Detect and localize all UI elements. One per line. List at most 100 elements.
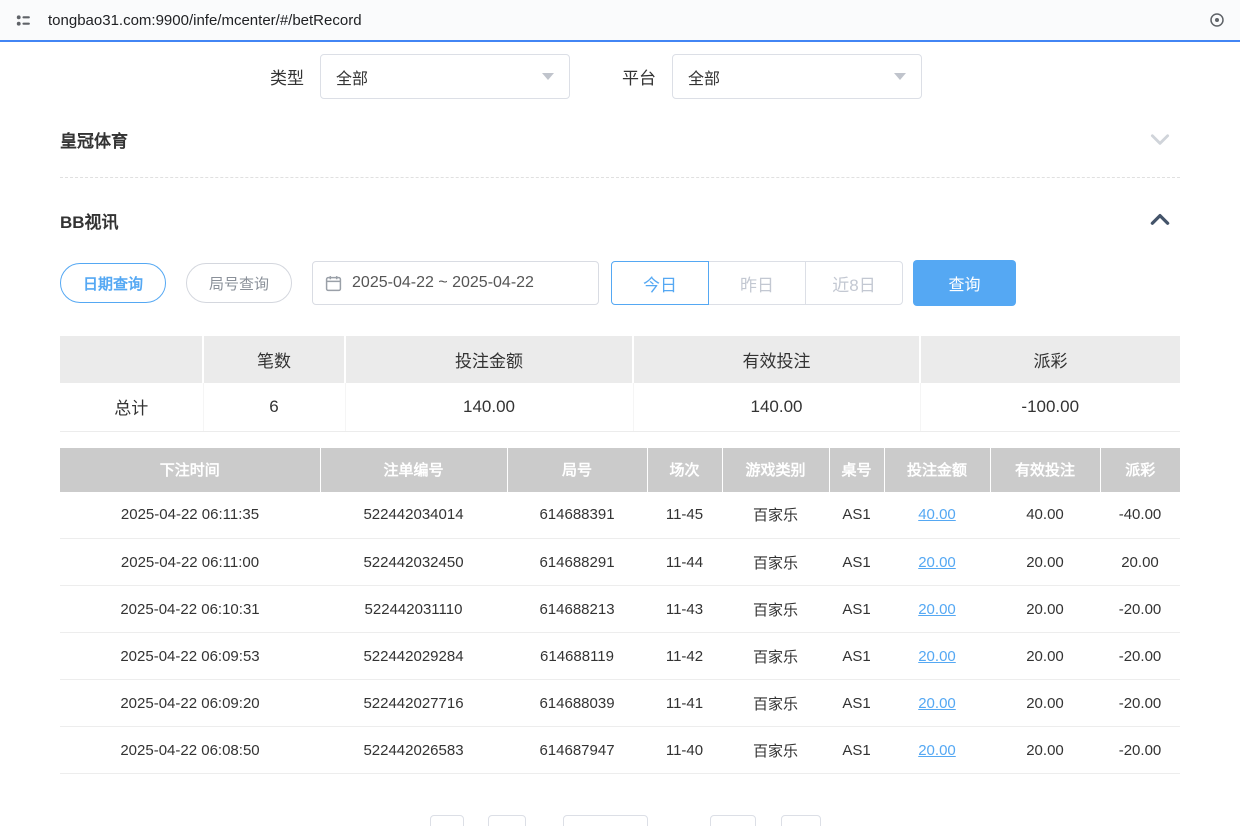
cell-session: 11-45 <box>647 492 722 539</box>
column-header: 游戏类别 <box>722 448 829 492</box>
section-crown-sports[interactable]: 皇冠体育 <box>60 119 1180 159</box>
cell-table: AS1 <box>829 586 884 633</box>
section-divider <box>60 177 1180 178</box>
cell-order: 522442031110 <box>320 586 507 633</box>
platform-label: 平台 <box>622 64 656 89</box>
date-query-tab[interactable]: 日期查询 <box>60 263 166 303</box>
pagination-next-button[interactable] <box>710 815 756 826</box>
cell-valid: 20.00 <box>990 633 1100 680</box>
table-row: 2025-04-22 06:11:35522442034014614688391… <box>60 492 1180 539</box>
cell-table: AS1 <box>829 492 884 539</box>
cell-bet: 40.00 <box>884 492 990 539</box>
cell-round: 614688391 <box>507 492 647 539</box>
cell-bet: 20.00 <box>884 539 990 586</box>
query-toolbar: 日期查询 局号查询 2025-04-22 ~ 2025-04-22 今日 昨日 … <box>60 260 1180 306</box>
column-header: 局号 <box>507 448 647 492</box>
column-header: 场次 <box>647 448 722 492</box>
cell-bet: 20.00 <box>884 680 990 727</box>
summary-header-blank <box>60 336 203 383</box>
chevron-up-icon <box>1148 208 1172 232</box>
cell-time: 2025-04-22 06:09:20 <box>60 680 320 727</box>
date-range-input[interactable]: 2025-04-22 ~ 2025-04-22 <box>312 261 599 305</box>
platform-select-value: 全部 <box>688 65 720 89</box>
column-header: 派彩 <box>1100 448 1180 492</box>
summary-header-bet: 投注金额 <box>345 336 633 383</box>
cell-order: 522442026583 <box>320 727 507 774</box>
quick-range-group: 今日 昨日 近8日 <box>611 261 903 305</box>
bet-amount-link[interactable]: 40.00 <box>918 506 956 523</box>
cell-time: 2025-04-22 06:11:35 <box>60 492 320 539</box>
cell-payout: -20.00 <box>1100 680 1180 727</box>
url-text[interactable]: tongbao31.com:9900/infe/mcenter/#/betRec… <box>48 12 1206 29</box>
chevron-down-icon <box>894 73 906 80</box>
cell-bet: 20.00 <box>884 633 990 680</box>
cell-order: 522442034014 <box>320 492 507 539</box>
section-bb-video[interactable]: BB视讯 <box>60 200 1180 240</box>
cell-round: 614688039 <box>507 680 647 727</box>
cell-session: 11-44 <box>647 539 722 586</box>
type-select[interactable]: 全部 <box>320 54 570 99</box>
summary-table: 笔数 投注金额 有效投注 派彩 总计 6 140.00 140.00 -100.… <box>60 336 1180 432</box>
bet-amount-link[interactable]: 20.00 <box>918 601 956 618</box>
column-header: 有效投注 <box>990 448 1100 492</box>
cell-time: 2025-04-22 06:10:31 <box>60 586 320 633</box>
cell-session: 11-40 <box>647 727 722 774</box>
platform-select[interactable]: 全部 <box>672 54 922 99</box>
summary-total-valid: 140.00 <box>633 383 920 431</box>
bet-amount-link[interactable]: 20.00 <box>918 648 956 665</box>
cell-time: 2025-04-22 06:11:00 <box>60 539 320 586</box>
cell-round: 614688119 <box>507 633 647 680</box>
summary-header-valid: 有效投注 <box>633 336 920 383</box>
table-row: 2025-04-22 06:08:50522442026583614687947… <box>60 727 1180 774</box>
bet-record-page: 类型 全部 平台 全部 皇冠体育 BB视讯 日期查询 局号查询 <box>0 54 1240 826</box>
cell-valid: 20.00 <box>990 680 1100 727</box>
bet-amount-link[interactable]: 20.00 <box>918 554 956 571</box>
cell-game: 百家乐 <box>722 680 829 727</box>
today-button[interactable]: 今日 <box>611 261 709 305</box>
cell-game: 百家乐 <box>722 539 829 586</box>
cell-bet: 20.00 <box>884 727 990 774</box>
cell-game: 百家乐 <box>722 727 829 774</box>
search-button[interactable]: 查询 <box>913 260 1016 306</box>
cell-round: 614687947 <box>507 727 647 774</box>
bet-amount-link[interactable]: 20.00 <box>918 742 956 759</box>
cell-payout: 20.00 <box>1100 539 1180 586</box>
browser-action-icon[interactable] <box>1206 9 1228 31</box>
cell-session: 11-41 <box>647 680 722 727</box>
column-header: 注单编号 <box>320 448 507 492</box>
cell-payout: -20.00 <box>1100 633 1180 680</box>
section-title-crown: 皇冠体育 <box>60 127 128 152</box>
cell-table: AS1 <box>829 539 884 586</box>
pagination-prev-button[interactable] <box>430 815 464 826</box>
summary-header-row: 笔数 投注金额 有效投注 派彩 <box>60 336 1180 383</box>
summary-header-count: 笔数 <box>203 336 345 383</box>
cell-table: AS1 <box>829 680 884 727</box>
calendar-icon <box>325 275 342 292</box>
cell-valid: 20.00 <box>990 539 1100 586</box>
summary-total-count: 6 <box>203 383 345 431</box>
yesterday-button[interactable]: 昨日 <box>708 261 806 305</box>
bet-amount-link[interactable]: 20.00 <box>918 695 956 712</box>
cell-valid: 20.00 <box>990 727 1100 774</box>
summary-total-row: 总计 6 140.00 140.00 -100.00 <box>60 383 1180 431</box>
summary-header-payout: 派彩 <box>920 336 1180 383</box>
table-row: 2025-04-22 06:09:20522442027716614688039… <box>60 680 1180 727</box>
summary-total-payout: -100.00 <box>920 383 1180 431</box>
pagination-jump-input[interactable] <box>781 815 821 826</box>
cell-game: 百家乐 <box>722 586 829 633</box>
round-query-tab[interactable]: 局号查询 <box>186 263 292 303</box>
last-8-days-button[interactable]: 近8日 <box>805 261 903 305</box>
tab-search-icon[interactable] <box>12 9 34 31</box>
pagination <box>60 815 1180 826</box>
cell-round: 614688291 <box>507 539 647 586</box>
cell-bet: 20.00 <box>884 586 990 633</box>
cell-game: 百家乐 <box>722 633 829 680</box>
pagination-page-button[interactable] <box>488 815 526 826</box>
cell-payout: -20.00 <box>1100 586 1180 633</box>
cell-table: AS1 <box>829 727 884 774</box>
pagination-page-size-select[interactable] <box>563 815 648 826</box>
cell-round: 614688213 <box>507 586 647 633</box>
cell-order: 522442027716 <box>320 680 507 727</box>
cell-valid: 40.00 <box>990 492 1100 539</box>
browser-address-bar[interactable]: tongbao31.com:9900/infe/mcenter/#/betRec… <box>0 0 1240 42</box>
